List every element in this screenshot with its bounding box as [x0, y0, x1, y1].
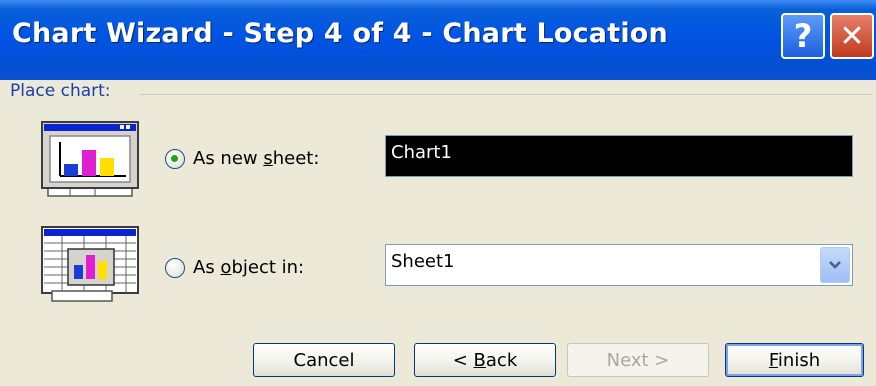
radio-object-in[interactable]: As object in: [165, 257, 304, 278]
radio-new-sheet-indicator[interactable] [165, 148, 185, 169]
place-chart-label: Place chart: [10, 81, 117, 101]
finish-button-label: Finish [768, 349, 821, 371]
next-button[interactable]: Next > [567, 343, 709, 377]
back-button[interactable]: < Back [414, 343, 556, 377]
dialog-title: Chart Wizard - Step 4 of 4 - Chart Locat… [12, 18, 668, 49]
group-divider [140, 94, 872, 95]
close-button[interactable]: ✕ [830, 13, 874, 59]
new-sheet-name-value: Chart1 [391, 142, 452, 163]
radio-new-sheet-label: As new sheet: [193, 148, 320, 169]
object-in-select-value: Sheet1 [391, 251, 455, 272]
chart-sheet-icon [41, 121, 139, 197]
title-bar[interactable]: Chart Wizard - Step 4 of 4 - Chart Locat… [0, 0, 876, 80]
cancel-button-label: Cancel [293, 349, 355, 371]
radio-object-in-indicator[interactable] [165, 257, 185, 278]
help-icon: ? [793, 17, 813, 55]
back-button-label: < Back [452, 349, 518, 371]
next-button-label: Next > [606, 349, 670, 371]
new-sheet-name-input[interactable]: Chart1 [385, 135, 853, 177]
close-icon: ✕ [839, 18, 865, 54]
radio-object-in-label: As object in: [193, 257, 305, 278]
embedded-chart-icon [41, 226, 139, 302]
chevron-down-icon[interactable] [820, 247, 850, 283]
cancel-button[interactable]: Cancel [253, 343, 395, 377]
object-in-select[interactable]: Sheet1 [385, 244, 853, 286]
chart-wizard-dialog: Chart Wizard - Step 4 of 4 - Chart Locat… [0, 0, 876, 386]
radio-new-sheet[interactable]: As new sheet: [165, 148, 319, 169]
finish-button[interactable]: Finish [725, 343, 864, 377]
help-button[interactable]: ? [781, 13, 825, 59]
